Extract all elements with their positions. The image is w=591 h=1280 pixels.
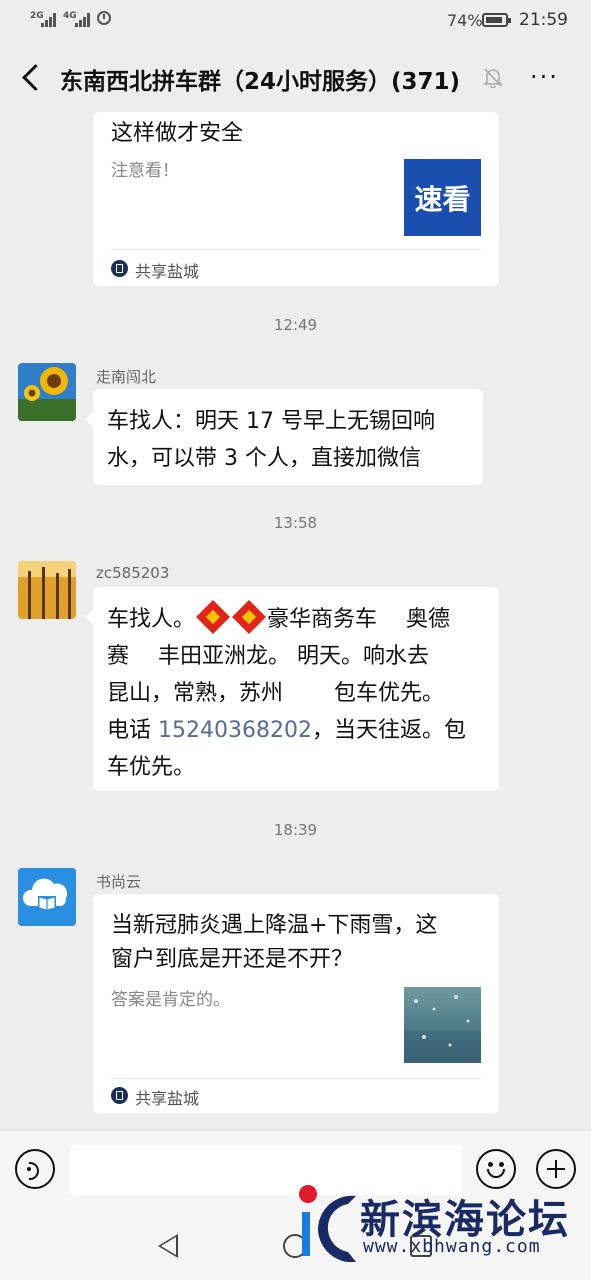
message-text: 车找人。 [107, 607, 196, 632]
message-line: 电话 15240368202，当天往返。包 [107, 712, 485, 749]
sender-name: zc585203 [96, 564, 170, 582]
message-text: 豪华商务车 奥德 [267, 607, 451, 632]
card-source: 共享盐城 [135, 1089, 200, 1108]
link-card[interactable]: 这样做才安全 注意看！ 速看 共享盐城 [93, 112, 499, 286]
message-line: 车优先。 [107, 755, 196, 780]
avatar[interactable] [18, 561, 76, 619]
voice-input-button[interactable] [15, 1149, 55, 1189]
link-card[interactable]: 当新冠肺炎遇上降温+下雨雪，这 窗户到底是开还是不开？ 答案是肯定的。 共享盐城 [93, 894, 499, 1113]
back-button[interactable] [18, 62, 48, 92]
avatar[interactable] [18, 363, 76, 421]
fu-emoji-icon [196, 600, 230, 634]
battery-percent: 74% [447, 11, 483, 30]
message-line: 赛 丰田亚洲龙。 明天。响水去 [107, 644, 429, 669]
card-thumbnail: 速看 [404, 159, 481, 236]
chat-header: 东南西北拼车群（24小时服务）(371) ··· [0, 42, 591, 116]
message-text: 电话 [107, 718, 158, 743]
source-logo-icon [111, 260, 128, 277]
message-timestamp: 12:49 [273, 316, 318, 334]
message-timestamp: 18:39 [273, 821, 318, 839]
alarm-icon [97, 11, 111, 25]
message-timestamp: 13:58 [273, 514, 318, 532]
phone-link[interactable]: 15240368202 [158, 718, 312, 743]
source-logo-icon [111, 1087, 128, 1104]
sender-name: 走南闯北 [96, 368, 157, 386]
chat-title: 东南西北拼车群（24小时服务）(371) [60, 69, 461, 95]
card-description: 注意看！ [111, 161, 179, 181]
avatar[interactable] [18, 868, 76, 926]
watermark-url: www.xbhwang.com [363, 1236, 541, 1257]
card-title: 这样做才安全 [111, 121, 244, 146]
message-text: ，当天往返。包 [311, 718, 466, 743]
card-title-line: 窗户到底是开还是不开？ [111, 947, 354, 972]
sender-name: 书尚云 [96, 873, 142, 891]
message-line: 车找人：明天 17 号早上无锡回响 [107, 409, 435, 434]
card-source: 共享盐城 [135, 262, 200, 281]
signal-bars-1-icon [41, 13, 57, 27]
watermark-logo-icon [299, 1185, 356, 1262]
more-actions-button[interactable] [536, 1149, 576, 1189]
emoji-button[interactable] [476, 1149, 516, 1189]
fu-emoji-icon [232, 600, 266, 634]
message-line: 昆山，常熟，苏州 包车优先。 [107, 681, 444, 706]
card-description: 答案是肯定的。 [111, 990, 230, 1010]
card-title-line: 当新冠肺炎遇上降温+下雨雪，这 [111, 913, 438, 938]
signal-bars-2-icon [75, 13, 91, 27]
more-options-button[interactable]: ··· [530, 65, 559, 89]
message-line: 车找人。 豪华商务车 奥德 [107, 600, 485, 638]
thumbnail-text: 速看 [414, 182, 471, 216]
card-thumbnail [404, 987, 481, 1063]
clock: 21:59 [519, 10, 568, 30]
battery-icon [482, 13, 511, 27]
card-divider [111, 1078, 481, 1079]
card-divider [111, 249, 481, 250]
status-bar: 2G 4G 74% 21:59 [0, 0, 591, 42]
message-line: 水，可以带 3 个人，直接加微信 [107, 446, 421, 471]
nav-back-icon[interactable] [158, 1234, 178, 1258]
mute-bell-icon [483, 68, 503, 88]
message-bubble[interactable]: 车找人。 豪华商务车 奥德 赛 丰田亚洲龙。 明天。响水去 昆山，常熟，苏州 包车… [85, 587, 499, 791]
message-bubble[interactable]: 车找人：明天 17 号早上无锡回响 水，可以带 3 个人，直接加微信 [85, 389, 483, 485]
